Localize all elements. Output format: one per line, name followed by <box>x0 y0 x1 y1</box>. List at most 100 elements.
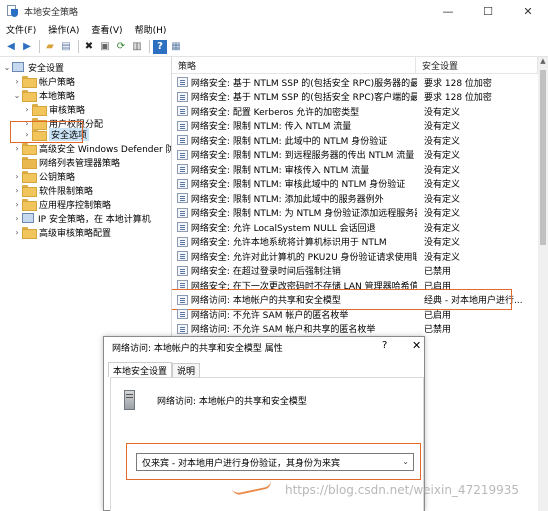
table-row[interactable]: 网络安全: 限制 NTLM: 审核此域中的 NTLM 身份验证 没有定义 <box>172 177 548 192</box>
menu-help[interactable]: 帮助(H) <box>129 23 173 36</box>
menu-file[interactable]: 文件(F) <box>0 23 42 36</box>
tab-local-security-setting[interactable]: 本地安全设置 <box>108 362 173 377</box>
close-button[interactable]: ✕ <box>508 0 548 22</box>
security-policy-app-icon <box>6 5 18 17</box>
minimize-button[interactable]: — <box>428 0 468 22</box>
tree-item-network-list-manager[interactable]: 网络列表管理器策略 <box>12 155 120 169</box>
policy-setting: 没有定义 <box>424 252 461 263</box>
menu-view[interactable]: 查看(V) <box>85 23 128 36</box>
ip-security-icon <box>22 213 34 223</box>
delete-icon[interactable]: ✖ <box>82 40 96 54</box>
tree-item-security-settings[interactable]: ⌄ 安全设置 <box>2 60 64 74</box>
vertical-scrollbar[interactable]: ▲ <box>538 57 548 511</box>
server-icon <box>121 390 139 410</box>
tree-item-label: IP 安全策略，在 本地计算机 <box>38 214 151 225</box>
show-panel-icon[interactable]: ▦ <box>169 40 183 54</box>
policy-name: 网络安全: 限制 NTLM: 审核传入 NTLM 流量 <box>190 165 370 176</box>
expand-chevron-icon[interactable]: › <box>12 172 22 181</box>
expand-chevron-icon[interactable]: › <box>12 228 22 237</box>
policy-icon <box>177 309 188 320</box>
dialog-close-button[interactable]: ✕ <box>412 339 421 352</box>
scroll-up-arrow-icon[interactable]: ▲ <box>538 57 548 69</box>
toolbar-separator <box>149 40 150 53</box>
policy-setting: 已禁用 <box>424 325 452 336</box>
policy-name: 网络安全: 限制 NTLM: 添加此域中的服务器例外 <box>190 194 384 205</box>
expand-chevron-icon[interactable]: › <box>12 214 22 223</box>
forward-arrow-icon[interactable]: ▶ <box>20 40 34 54</box>
help-icon[interactable]: ? <box>153 39 167 54</box>
policy-icon <box>177 193 188 204</box>
policy-setting: 要求 128 位加密 <box>424 93 492 104</box>
policy-name: 网络安全: 允许对此计算机的 PKU2U 身份验证请求使用联... <box>190 252 418 263</box>
tree-item-windows-defender-firewall[interactable]: › 高级安全 Windows Defender 防火墙 <box>12 141 171 155</box>
tree-item-label: 帐户策略 <box>39 77 76 88</box>
policy-setting: 要求 128 位加密 <box>424 78 492 89</box>
tree-item-audit-policy[interactable]: › 审核策略 <box>22 102 85 116</box>
table-row[interactable]: 网络访问: 不允许 SAM 帐户和共享的匿名枚举 已禁用 <box>172 322 548 337</box>
table-row[interactable]: 网络安全: 基于 NTLM SSP 的(包括安全 RPC)服务器的最小... 要求… <box>172 75 548 90</box>
dialog-help-button[interactable]: ? <box>382 340 387 351</box>
dialog-title: 网络访问: 本地帐户的共享和安全模型 属性 <box>112 343 283 354</box>
table-row[interactable]: 网络安全: 限制 NTLM: 到远程服务器的传出 NTLM 流量 没有定义 <box>172 148 548 163</box>
tree-item-label: 应用程序控制策略 <box>39 200 112 211</box>
tree-item-account-policies[interactable]: › 帐户策略 <box>12 74 75 88</box>
policy-name: 网络安全: 限制 NTLM: 为 NTLM 身份验证添加远程服务器... <box>190 209 418 220</box>
expand-chevron-icon[interactable]: › <box>22 105 32 114</box>
collapse-chevron-icon[interactable]: ⌄ <box>12 91 22 100</box>
table-row[interactable]: 网络安全: 限制 NTLM: 此域中的 NTLM 身份验证 没有定义 <box>172 133 548 148</box>
table-row[interactable]: 网络安全: 允许对此计算机的 PKU2U 身份验证请求使用联... 没有定义 <box>172 249 548 264</box>
tree-item-label: 安全设置 <box>28 63 65 74</box>
collapse-chevron-icon[interactable]: ⌄ <box>2 63 12 72</box>
policy-setting: 已禁用 <box>424 267 452 278</box>
maximize-button[interactable]: ☐ <box>468 0 508 22</box>
policy-icon <box>177 207 188 218</box>
up-folder-icon[interactable]: ▰ <box>43 40 57 54</box>
refresh-icon[interactable]: ⟳ <box>114 40 128 54</box>
tree-item-label: 公钥策略 <box>39 172 76 183</box>
tree-item-local-policies[interactable]: ⌄ 本地策略 <box>12 88 75 102</box>
tree-item-public-key-policies[interactable]: › 公钥策略 <box>12 169 75 183</box>
policy-icon <box>177 236 188 247</box>
tree-item-advanced-audit[interactable]: › 高级审核策略配置 <box>12 225 111 239</box>
expand-chevron-icon[interactable]: › <box>12 144 22 153</box>
table-row[interactable]: 网络安全: 在超过登录时间后强制注销 已禁用 <box>172 264 548 279</box>
expand-chevron-icon[interactable]: › <box>12 186 22 195</box>
policy-name: 网络安全: 配置 Kerberos 允许的加密类型 <box>190 107 360 118</box>
column-header-policy[interactable]: 策略 <box>172 57 416 73</box>
tree-item-application-control[interactable]: › 应用程序控制策略 <box>12 197 111 211</box>
table-row[interactable]: 网络访问: 不允许 SAM 帐户的匿名枚举 已启用 <box>172 307 548 322</box>
policy-setting: 没有定义 <box>424 238 461 249</box>
back-arrow-icon[interactable]: ◀ <box>4 40 18 54</box>
policy-name: 网络安全: 限制 NTLM: 审核此域中的 NTLM 身份验证 <box>190 180 406 191</box>
policy-icon <box>177 106 188 117</box>
properties-icon[interactable]: ▣ <box>98 40 112 54</box>
show-hide-tree-icon[interactable]: ▤ <box>59 40 73 54</box>
table-row[interactable]: 网络安全: 基于 NTLM SSP 的(包括安全 RPC)客户端的最小... 要求… <box>172 90 548 105</box>
table-row[interactable]: 网络安全: 限制 NTLM: 添加此域中的服务器例外 没有定义 <box>172 191 548 206</box>
table-row[interactable]: 网络安全: 允许 LocalSystem NULL 会话回退 没有定义 <box>172 220 548 235</box>
column-header-setting[interactable]: 安全设置 <box>416 57 538 73</box>
tab-explain[interactable]: 说明 <box>172 363 201 377</box>
policy-icon <box>177 120 188 131</box>
tree-item-label: 网络列表管理器策略 <box>39 158 121 169</box>
folder-icon <box>22 185 37 197</box>
tree-item-label: 审核策略 <box>49 105 86 116</box>
table-row[interactable]: 网络安全: 限制 NTLM: 传入 NTLM 流量 没有定义 <box>172 119 548 134</box>
scroll-thumb[interactable] <box>540 70 546 245</box>
tree-item-software-restriction[interactable]: › 软件限制策略 <box>12 183 93 197</box>
policy-setting: 没有定义 <box>424 122 461 133</box>
policy-icon <box>177 149 188 160</box>
export-list-icon[interactable]: ▥ <box>130 40 144 54</box>
policy-icon <box>177 178 188 189</box>
annotation-highlight <box>126 443 421 480</box>
table-row[interactable]: 网络安全: 限制 NTLM: 审核传入 NTLM 流量 没有定义 <box>172 162 548 177</box>
table-row[interactable]: 网络安全: 允许本地系统将计算机标识用于 NTLM 没有定义 <box>172 235 548 250</box>
expand-chevron-icon[interactable]: › <box>12 200 22 209</box>
menu-action[interactable]: 操作(A) <box>42 23 85 36</box>
table-row[interactable]: 网络安全: 配置 Kerberos 允许的加密类型 没有定义 <box>172 104 548 119</box>
expand-chevron-icon[interactable]: › <box>12 77 22 86</box>
header-divider <box>172 73 548 74</box>
tree-item-ip-security[interactable]: › IP 安全策略，在 本地计算机 <box>12 211 151 225</box>
table-row[interactable]: 网络安全: 限制 NTLM: 为 NTLM 身份验证添加远程服务器... 没有定义 <box>172 206 548 221</box>
policy-setting: 没有定义 <box>424 165 461 176</box>
